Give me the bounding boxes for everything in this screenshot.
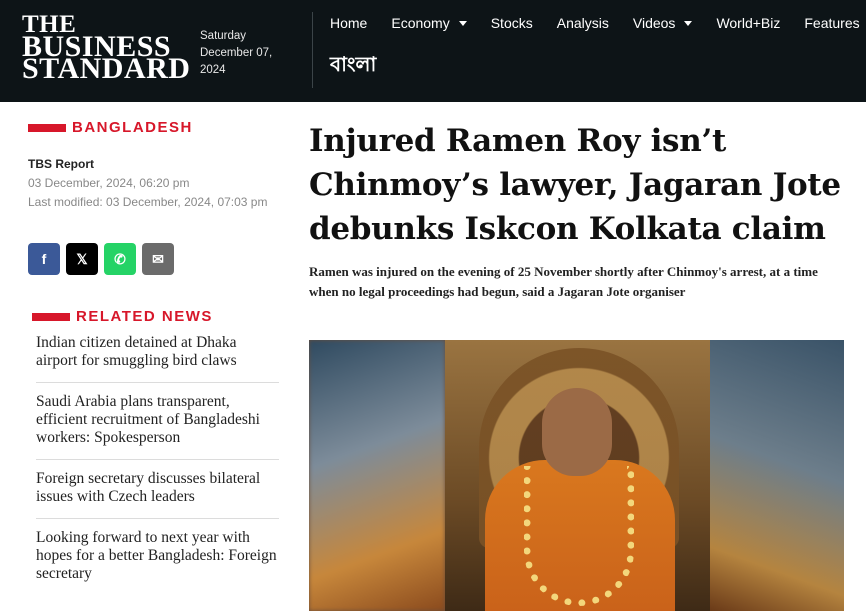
email-share-button[interactable]: ✉ [142,243,174,275]
related-accent-bar [32,312,70,321]
related-item[interactable]: Saudi Arabia plans transparent, efficien… [36,393,279,460]
site-logo[interactable]: THE BUSINESS STANDARD [22,12,191,85]
photo-blur-right [710,340,844,611]
facebook-icon: f [41,251,47,267]
article-standfirst: Ramen was injured on the evening of 25 N… [309,264,818,299]
facebook-share-button[interactable]: f [28,243,60,275]
related-news-list: Indian citizen detained at Dhaka airport… [36,334,279,605]
photo-garland [524,466,634,606]
site-header: THE BUSINESS STANDARD Saturday December … [0,0,866,102]
date-year: 2024 [200,64,226,76]
logo-line-3: STANDARD [22,52,191,85]
email-icon: ✉ [152,250,164,267]
date-monthday: December 07, [200,47,273,59]
nav-world-biz-label: World+Biz [716,15,781,31]
modified-time: Last modified: 03 December, 2024, 07:03 … [28,195,268,209]
byline: TBS Report 03 December, 2024, 06:20 pm L… [28,155,267,212]
whatsapp-icon: ✆ [114,250,126,267]
main-nav: Home Economy Stocks Analysis Videos Worl… [330,14,866,32]
published-time: 03 December, 2024, 06:20 pm [28,176,190,190]
current-date: Saturday December 07, 2024 [200,28,272,79]
related-news-title: RELATED NEWS [76,308,213,325]
chevron-down-icon [458,20,467,26]
nav-economy-label: Economy [391,15,450,31]
whatsapp-share-button[interactable]: ✆ [104,243,136,275]
nav-features-label: Features [804,15,860,31]
related-item[interactable]: Indian citizen detained at Dhaka airport… [36,334,279,383]
date-weekday: Saturday [200,30,247,42]
article-headline: Injured Ramen Roy isn’t Chinmoy’s lawyer… [309,123,841,247]
header-divider [312,12,313,88]
nav-analysis[interactable]: Analysis [557,14,609,32]
nav-analysis-label: Analysis [556,15,609,31]
section-accent-bar [28,123,66,132]
share-bar: f 𝕏 ✆ ✉ [28,243,174,275]
nav-videos[interactable]: Videos [633,14,693,32]
nav-home[interactable]: Home [330,14,367,32]
nav-economy[interactable]: Economy [391,14,467,32]
x-icon: 𝕏 [76,250,88,267]
section-heading[interactable]: BANGLADESH [28,119,193,136]
nav-stocks[interactable]: Stocks [491,14,533,32]
nav-videos-label: Videos [632,15,676,31]
x-share-button[interactable]: 𝕏 [66,243,98,275]
photo-person-head [542,388,612,476]
chevron-down-icon [684,20,693,26]
photo-blur-left [309,340,445,611]
related-item[interactable]: Foreign secretary discusses bilateral is… [36,470,279,519]
nav-home-label: Home [330,15,368,31]
related-news-heading: RELATED NEWS [32,308,213,325]
nav-stocks-label: Stocks [490,15,533,31]
bangla-edition-link[interactable]: বাংলা [330,50,376,83]
related-item[interactable]: Looking forward to next year with hopes … [36,529,279,595]
section-label: BANGLADESH [72,119,193,136]
nav-features[interactable]: Features [804,14,859,32]
nav-world-biz[interactable]: World+Biz [716,14,780,32]
lead-photo[interactable] [309,340,844,611]
author-name[interactable]: TBS Report [28,155,267,174]
